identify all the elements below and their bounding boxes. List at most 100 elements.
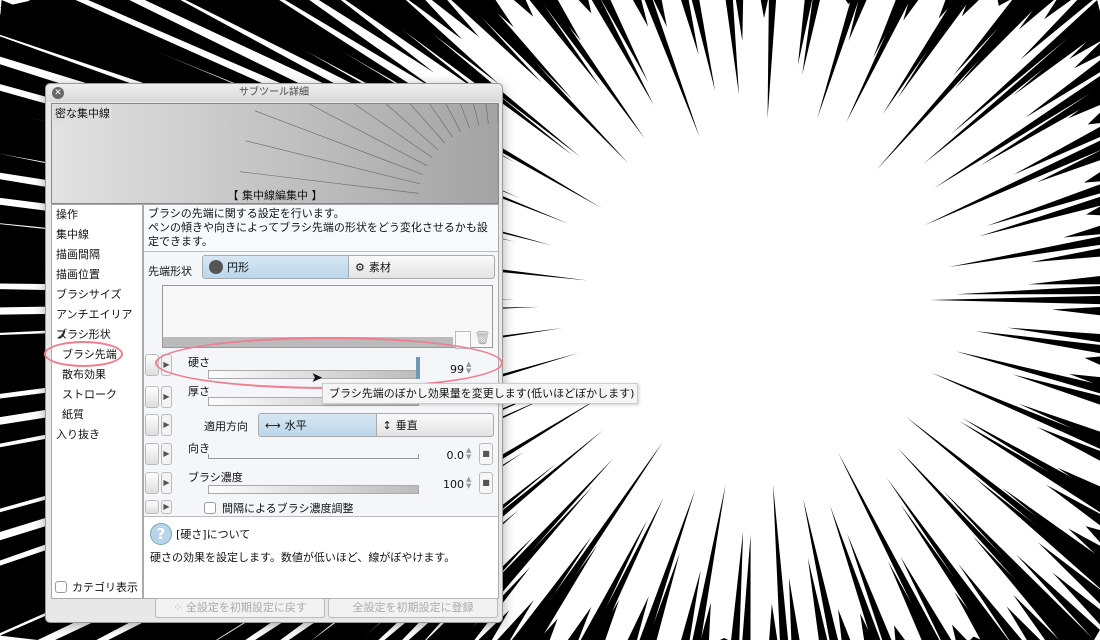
preview-line [473, 104, 480, 126]
speed-line [632, 0, 649, 27]
speed-line [930, 295, 1100, 305]
speed-line [952, 624, 967, 640]
speed-line [934, 75, 1100, 189]
option-label: 素材 [368, 261, 391, 274]
expand-arrow-icon[interactable]: ▶ [161, 500, 172, 514]
expand-arrow-icon[interactable]: ▶ [161, 443, 172, 465]
speed-line [1083, 172, 1100, 183]
speed-line [1084, 356, 1100, 365]
speed-line [731, 531, 744, 640]
sidebar-item[interactable]: 描画間隔 [52, 245, 142, 265]
sidebar-item[interactable]: ストローク [52, 385, 142, 405]
speed-line [1051, 307, 1100, 316]
spinner-icon[interactable]: ▲ ▼ [466, 476, 471, 490]
material-folder-icon: ⚙ [355, 260, 365, 274]
trash-icon[interactable]: 🗑 [474, 331, 491, 346]
tip-shape-material[interactable]: ⚙ 素材 [349, 256, 494, 278]
show-in-tool-property-toggle[interactable] [145, 414, 159, 436]
close-icon[interactable]: ✕ [52, 87, 64, 99]
show-in-tool-property-toggle[interactable] [145, 472, 159, 494]
highlight-ellipse [155, 337, 503, 389]
preview-line [410, 104, 446, 144]
show-in-tool-property-toggle[interactable] [145, 443, 159, 465]
speed-line [997, 0, 1010, 6]
subtool-name: 密な集中線 [53, 105, 112, 121]
show-in-tool-property-toggle[interactable] [145, 386, 159, 408]
direction-vertical[interactable]: ↕ 垂直 [377, 414, 494, 436]
preview-line [354, 104, 433, 158]
category-display-checkbox[interactable]: カテゴリ表示 [55, 579, 138, 595]
window-title: サブツール詳細 [239, 87, 309, 98]
sidebar-item[interactable]: アンチエイリアス [52, 305, 142, 341]
register-all-button[interactable]: 全設定を初期設定に登録 [328, 598, 498, 618]
speed-line [767, 0, 777, 119]
sidebar-item[interactable]: ブラシサイズ [52, 285, 142, 305]
direction-horizontal[interactable]: ⟷ 水平 [259, 414, 377, 436]
expand-arrow-icon[interactable]: ▶ [161, 472, 172, 494]
category-list: 操作 集中線 描画間隔 描画位置 ブラシサイズ アンチエイリアス ブラシ形状 ブ… [51, 204, 143, 599]
expand-arrow-icon[interactable]: ▶ [161, 414, 172, 436]
spinner-icon[interactable]: ▲ ▼ [466, 447, 471, 461]
speed-line [1063, 225, 1100, 238]
vertical-icon: ↕ [382, 418, 392, 432]
speed-line [897, 0, 970, 99]
angle-value[interactable]: 0.0 [424, 449, 465, 462]
show-in-tool-property-toggle[interactable] [145, 500, 159, 514]
help-title: [硬さ]について [176, 528, 251, 541]
speed-line [1087, 112, 1100, 125]
speed-line [578, 0, 592, 14]
checkbox[interactable] [204, 502, 216, 514]
apply-direction-label: 適用方向 [204, 420, 248, 433]
sidebar-item[interactable]: 紙質 [52, 405, 142, 425]
expand-arrow-icon[interactable]: ▶ [161, 386, 172, 408]
brush-preview: 密な集中線 【 集中線編集中 】 [51, 103, 499, 204]
density-value[interactable]: 100 [424, 478, 464, 491]
tip-shape-circle[interactable]: 円形 [203, 256, 349, 278]
speed-line [540, 0, 645, 139]
density-label: ブラシ濃度 [188, 471, 243, 484]
reset-all-button[interactable]: ⁘ 全設定を初期設定に戻す [155, 598, 325, 618]
speed-line [760, 0, 768, 19]
option-label: 水平 [284, 419, 307, 432]
checkbox-label: 間隔によるブラシ濃度調整 [222, 502, 354, 515]
apply-direction-selector[interactable]: ⟷ 水平 ↕ 垂直 [258, 413, 494, 437]
speed-line [948, 236, 1100, 268]
speed-line [725, 0, 739, 95]
tip-shape-selector[interactable]: 円形 ⚙ 素材 [202, 255, 495, 279]
help-question-icon: ? [150, 523, 172, 545]
speed-line [837, 452, 940, 640]
tooltip: ブラシ先端のぼかし効果量を変更します(低いほどぼかします) [322, 383, 638, 404]
option-label: 垂直 [395, 419, 418, 432]
angle-slider[interactable] [208, 454, 419, 459]
tip-shape-label: 先端形状 [148, 265, 192, 278]
horizontal-icon: ⟷ [265, 418, 281, 432]
mouse-cursor-icon: ➤ [311, 370, 323, 386]
category-description: ブラシの先端に関する設定を行います。 ペンの傾きや向きによってブラシ先端の形状を… [144, 205, 498, 252]
sidebar-item[interactable]: 集中線 [52, 225, 142, 245]
sidebar-item[interactable]: 描画位置 [52, 265, 142, 285]
preview-line [485, 104, 489, 124]
speed-line [639, 489, 696, 640]
pressure-settings-button[interactable]: ■ [479, 443, 493, 465]
speed-line [1036, 150, 1100, 183]
pressure-settings-button[interactable]: ■ [479, 472, 493, 494]
speed-line [838, 609, 851, 640]
option-label: 円形 [227, 261, 249, 274]
checkbox[interactable] [55, 581, 67, 593]
sidebar-item[interactable]: 入り抜き [52, 425, 142, 445]
preview-line [245, 140, 421, 185]
title-bar[interactable]: ✕ サブツール詳細 [46, 84, 502, 102]
preview-line [429, 104, 453, 138]
interval-density-checkbox[interactable]: 間隔によるブラシ濃度調整 [204, 500, 353, 516]
button-label: 全設定を初期設定に戻す [185, 601, 307, 614]
highlight-ellipse [44, 341, 123, 367]
speed-line [829, 505, 881, 640]
speed-line [513, 0, 534, 17]
density-slider[interactable] [208, 485, 419, 494]
speed-line [1028, 276, 1100, 285]
preview-line [445, 104, 462, 133]
sidebar-item[interactable]: 操作 [52, 205, 142, 225]
sidebar-item[interactable]: 散布効果 [52, 365, 142, 385]
speed-line [817, 0, 859, 119]
checkbox-label: カテゴリ表示 [72, 581, 138, 594]
